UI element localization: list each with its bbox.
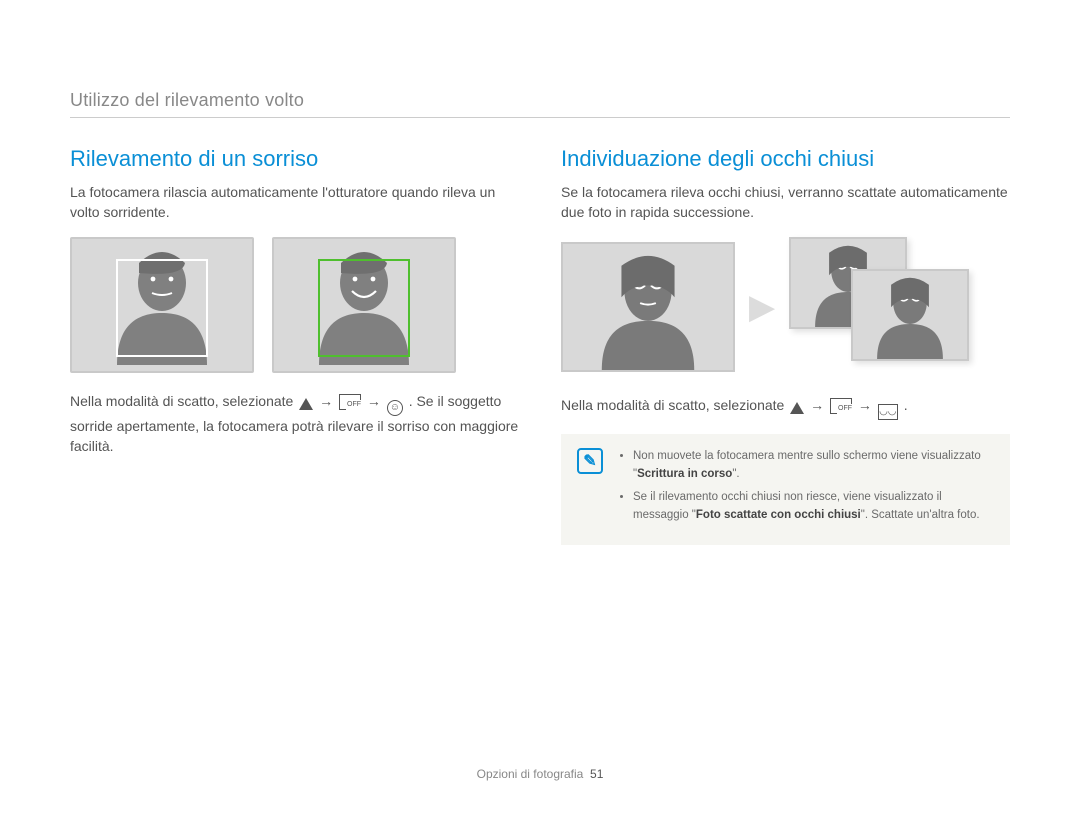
manual-page: Utilizzo del rilevamento volto Rilevamen… — [0, 0, 1080, 815]
note-text: ". Scattate un'altra foto. — [861, 509, 980, 521]
page-number: 51 — [590, 767, 603, 781]
smile-instruction-text: Nella modalità di scatto, selezionate → … — [70, 391, 519, 457]
blink-mode-icon: ◡◡ — [878, 404, 898, 420]
instr-post: . — [904, 397, 908, 413]
section-title-blink: Individuazione degli occhi chiusi — [561, 146, 1010, 172]
face-detect-box-green — [318, 259, 410, 357]
face-detect-box-white — [116, 259, 208, 357]
instr-pre: Nella modalità di scatto, selezionate — [561, 397, 788, 413]
note-text: ". — [732, 468, 739, 480]
result-photo-2 — [851, 269, 969, 361]
blink-intro-text: Se la fotocamera rileva occhi chiusi, ve… — [561, 182, 1010, 223]
face-detect-off-icon: OFF — [339, 394, 361, 410]
smile-mode-icon: ☺ — [387, 400, 403, 416]
note-item-1: Non muovete la fotocamera mentre sullo s… — [633, 448, 994, 484]
note-box: ✎ Non muovete la fotocamera mentre sullo… — [561, 434, 1010, 545]
person-illustration-closed-eyes — [583, 252, 713, 370]
up-triangle-icon — [299, 398, 313, 410]
section-title-smile: Rilevamento di un sorriso — [70, 146, 519, 172]
arrow-icon: → — [367, 391, 381, 411]
column-blink-detection: Individuazione degli occhi chiusi Se la … — [561, 146, 1010, 545]
note-item-2: Se il rilevamento occhi chiusi non riesc… — [633, 489, 994, 525]
person-illustration-small — [864, 275, 956, 359]
smile-intro-text: La fotocamera rilascia automaticamente l… — [70, 182, 519, 223]
blink-instruction-text: Nella modalità di scatto, selezionate → … — [561, 395, 1010, 420]
chapter-title: Utilizzo del rilevamento volto — [70, 90, 1010, 118]
note-list: Non muovete la fotocamera mentre sullo s… — [617, 448, 994, 531]
up-triangle-icon — [790, 402, 804, 414]
footer-section: Opzioni di fotografia — [477, 767, 584, 781]
note-strong: Scrittura in corso — [637, 468, 732, 480]
arrow-icon: → — [810, 395, 824, 415]
note-strong: Foto scattate con occhi chiusi — [696, 509, 861, 521]
blink-example-images: ▶ — [561, 237, 1010, 377]
note-info-icon: ✎ — [577, 448, 603, 474]
lcd-frame-smiling — [272, 237, 456, 373]
smile-example-images — [70, 237, 519, 373]
page-footer: Opzioni di fotografia 51 — [0, 767, 1080, 781]
result-arrow-icon: ▶ — [749, 287, 775, 327]
arrow-icon: → — [858, 395, 872, 415]
column-smile-detection: Rilevamento di un sorriso La fotocamera … — [70, 146, 519, 545]
instr-pre: Nella modalità di scatto, selezionate — [70, 393, 297, 409]
face-detect-off-icon: OFF — [830, 398, 852, 414]
photo-result-stack — [789, 237, 989, 377]
content-columns: Rilevamento di un sorriso La fotocamera … — [70, 146, 1010, 545]
arrow-icon: → — [319, 391, 333, 411]
photo-closed-eyes-large — [561, 242, 735, 372]
lcd-frame-neutral — [70, 237, 254, 373]
